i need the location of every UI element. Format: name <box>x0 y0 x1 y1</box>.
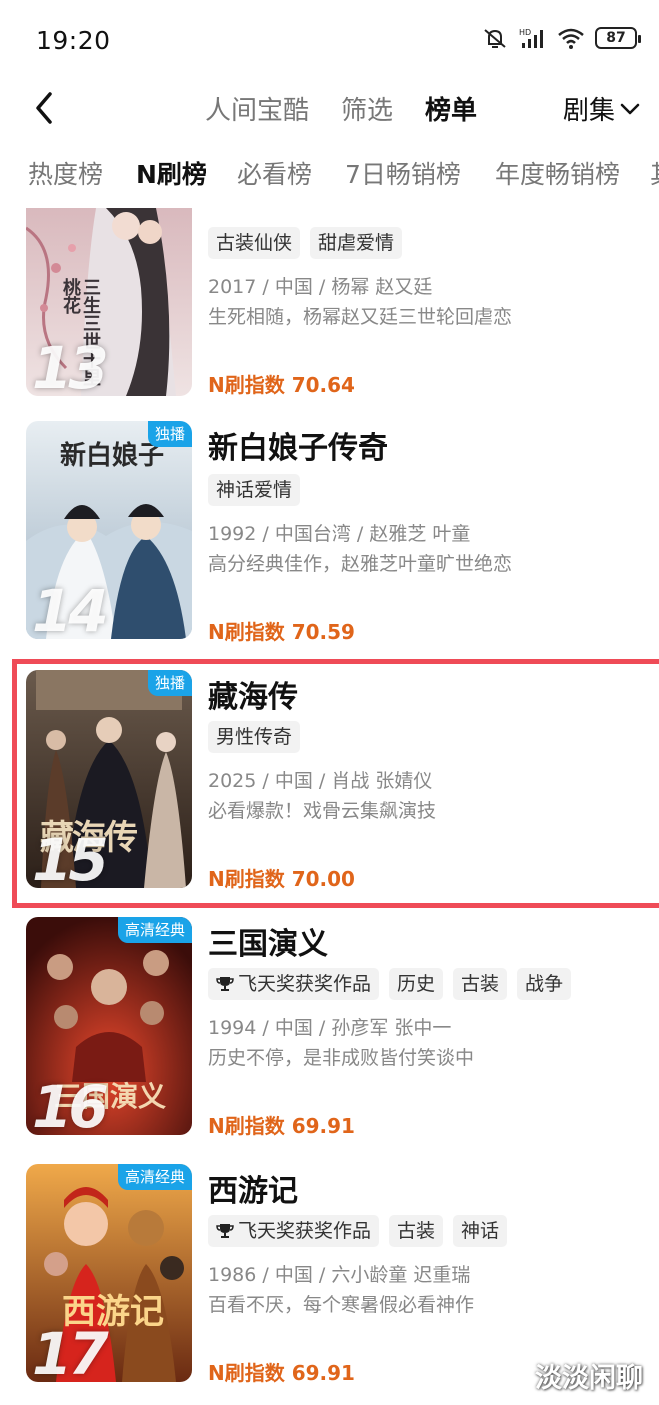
tag[interactable]: 历史 <box>389 968 444 1000</box>
tag-award[interactable]: 飞天奖获奖作品 <box>208 968 380 1000</box>
rank-tab-7day[interactable]: 7日畅销榜 <box>345 155 461 191</box>
battery-icon: 87 <box>595 27 641 49</box>
status-icons: HD 87 <box>481 26 641 50</box>
category-dropdown[interactable]: 剧集 <box>563 90 641 127</box>
wifi-icon <box>558 28 584 49</box>
nav-tab-filter[interactable]: 筛选 <box>341 90 393 127</box>
tag[interactable]: 神话 <box>453 1215 508 1247</box>
back-arrow-icon[interactable] <box>30 88 60 128</box>
hd-classic-badge: 高清经典 <box>117 917 192 943</box>
watermark: 淡淡闲聊 <box>535 1363 643 1394</box>
item-description: 百看不厌，每个寒暑假必看神作 <box>208 1294 475 1316</box>
rank-number: 17 <box>32 1320 109 1382</box>
list-item[interactable]: 三国演义 高清经典 16 三国演义 飞天奖获奖作品 历史 古装 战争 1994 … <box>0 917 659 1163</box>
nav-tab-home[interactable]: 人间宝酷 <box>205 90 309 127</box>
item-title[interactable]: 西游记 <box>208 1166 298 1210</box>
tag-list: 神话爱情 <box>208 474 301 506</box>
item-meta: 1992 / 中国台湾 / 赵雅芝 叶童 <box>208 523 471 545</box>
n-rewatch-index: N刷指数 69.91 <box>208 1114 355 1138</box>
tag-award[interactable]: 飞天奖获奖作品 <box>208 1215 380 1247</box>
battery-level: 87 <box>606 30 626 46</box>
highlight-box <box>12 659 659 908</box>
svg-text:HD: HD <box>519 28 531 37</box>
poster-image[interactable]: 三国演义 高清经典 16 <box>26 917 192 1135</box>
rank-tab-annual[interactable]: 年度畅销榜 <box>495 155 620 191</box>
tag[interactable]: 甜虐爱情 <box>310 227 403 259</box>
tag-label: 飞天奖获奖作品 <box>238 973 372 995</box>
poster-image[interactable]: 西游记 高清经典 17 <box>26 1164 192 1382</box>
tag-label: 飞天奖获奖作品 <box>238 1220 372 1242</box>
rank-tab-must-watch[interactable]: 必看榜 <box>237 155 312 191</box>
rank-number: 16 <box>32 1073 109 1135</box>
item-meta: 1986 / 中国 / 六小龄童 迟重瑞 <box>208 1264 471 1286</box>
rank-tab-hot[interactable]: 热度榜 <box>28 155 103 191</box>
item-meta: 1994 / 中国 / 孙彦军 张中一 <box>208 1017 452 1039</box>
tag[interactable]: 古装 <box>389 1215 444 1247</box>
nav-tab-rankings[interactable]: 榜单 <box>425 90 477 127</box>
item-meta: 2017 / 中国 / 杨幂 赵又廷 <box>208 276 433 298</box>
n-rewatch-index: N刷指数 69.91 <box>208 1361 355 1385</box>
rank-tabs: 热度榜 N刷榜 必看榜 7日畅销榜 年度畅销榜 其 <box>0 155 659 200</box>
rank-number: 14 <box>32 577 109 639</box>
tag-list: 飞天奖获奖作品 历史 古装 战争 <box>208 968 572 1000</box>
tag[interactable]: 神话爱情 <box>208 474 301 506</box>
rank-tab-more[interactable]: 其 <box>650 155 659 191</box>
trophy-icon <box>216 977 234 991</box>
poster-image[interactable]: 三生三世十里桃花 13 <box>26 208 192 396</box>
status-bar: 19:20 HD 87 <box>0 0 659 80</box>
tag-list: 古装仙侠 甜虐爱情 <box>208 227 403 259</box>
chevron-down-icon <box>620 103 640 114</box>
item-description: 生死相随，杨幂赵又廷三世轮回虐恋 <box>208 306 513 328</box>
signal-icon: HD <box>519 28 543 48</box>
trophy-icon <box>216 1224 234 1238</box>
rank-tab-nrewatch[interactable]: N刷榜 <box>136 155 207 191</box>
tag[interactable]: 古装仙侠 <box>208 227 301 259</box>
exclusive-badge: 独播 <box>147 421 192 447</box>
n-rewatch-index: N刷指数 70.59 <box>208 620 355 644</box>
tag[interactable]: 战争 <box>517 968 572 1000</box>
list-item[interactable]: 新白娘子 独播 14 新白娘子传奇 神话爱情 1992 / 中国台湾 / 赵雅芝… <box>0 421 659 667</box>
poster-image[interactable]: 新白娘子 独播 14 <box>26 421 192 639</box>
tag[interactable]: 古装 <box>453 968 508 1000</box>
tag-list: 飞天奖获奖作品 古装 神话 <box>208 1215 508 1247</box>
nav-tabs: 人间宝酷 筛选 榜单 <box>205 90 477 127</box>
item-description: 高分经典佳作，赵雅芝叶童旷世绝恋 <box>208 553 513 575</box>
item-title[interactable]: 新白娘子传奇 <box>208 423 388 467</box>
hd-classic-badge: 高清经典 <box>117 1164 192 1190</box>
item-title[interactable]: 三国演义 <box>208 919 328 963</box>
mute-bell-icon <box>484 29 506 48</box>
rank-number: 13 <box>32 334 109 396</box>
n-rewatch-index: N刷指数 70.64 <box>208 373 355 397</box>
list-item[interactable]: 三生三世十里桃花 13 古装仙侠 甜虐爱情 2017 / 中国 / 杨幂 赵又廷… <box>0 208 659 398</box>
category-label: 剧集 <box>562 96 615 126</box>
status-time: 19:20 <box>36 26 111 55</box>
item-description: 历史不停，是非成败皆付笑谈中 <box>208 1047 475 1069</box>
nav-bar: 人间宝酷 筛选 榜单 剧集 <box>0 80 659 136</box>
